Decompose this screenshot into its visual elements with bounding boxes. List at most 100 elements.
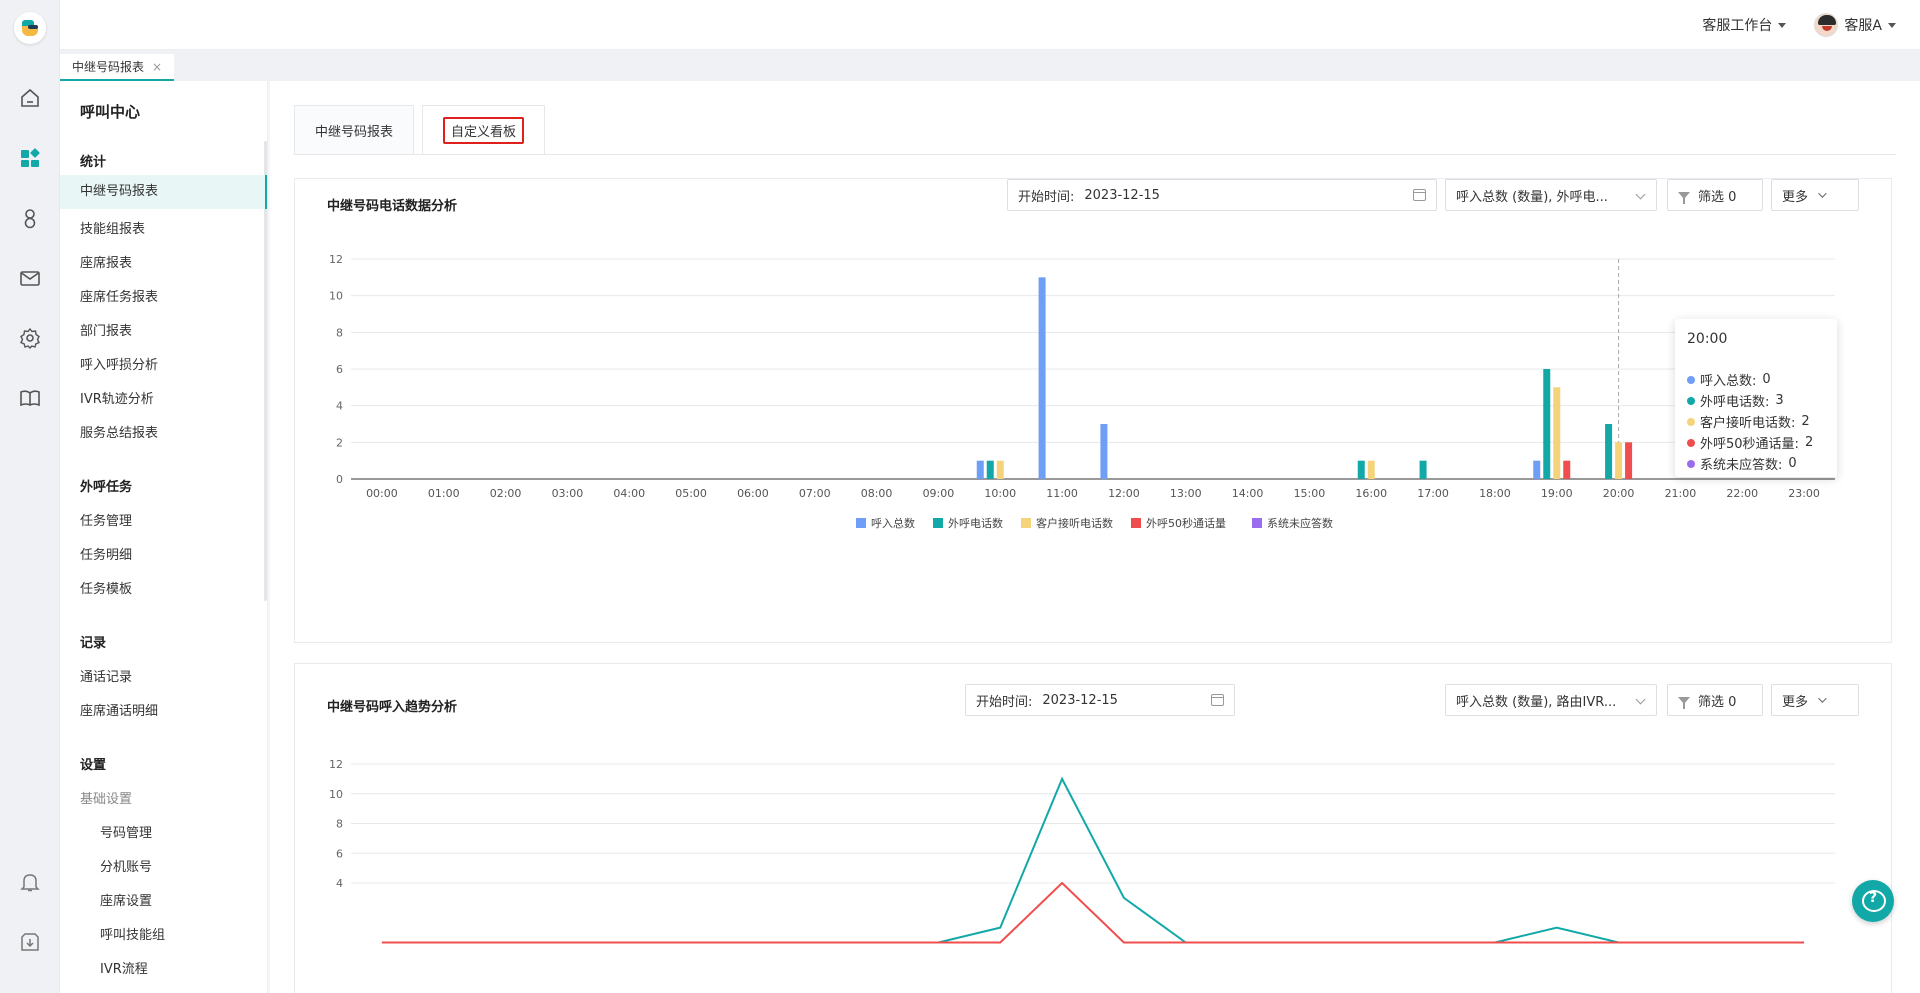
legend-dot	[1687, 375, 1695, 384]
sidebar-item-agent-report[interactable]: 座席报表	[80, 252, 132, 271]
avatar	[1814, 13, 1839, 37]
filter-button[interactable]: 筛选 0	[1667, 179, 1763, 211]
tooltip-label: 客户接听电话数:	[1700, 416, 1796, 431]
page-tab-strip: 中继号码报表 ×	[60, 50, 1920, 81]
date-label: 开始时间:	[976, 694, 1033, 710]
more-button[interactable]: 更多	[1771, 179, 1859, 211]
metrics-select[interactable]: 呼入总数 (数量), 外呼电...	[1445, 179, 1657, 211]
card-title: 中继号码呼入趋势分析	[327, 700, 458, 715]
caret-down-icon	[1778, 22, 1787, 28]
sidebar-item-department-report[interactable]: 部门报表	[80, 320, 132, 339]
sidebar-item-ivr-track-analysis[interactable]: IVR轨迹分析	[80, 388, 154, 407]
date-picker[interactable]: 开始时间: 2023-12-15	[965, 684, 1235, 716]
date-picker[interactable]: 开始时间: 2023-12-15	[1007, 179, 1437, 211]
workspace-dropdown[interactable]: 客服工作台	[1702, 15, 1787, 35]
close-icon[interactable]: ×	[152, 60, 162, 74]
section-outbound-tasks: 外呼任务	[80, 480, 133, 495]
tooltip-label: 外呼电话数:	[1700, 395, 1770, 410]
legend-label: 客户接听电话数	[1036, 516, 1113, 530]
sidebar-scrollbar[interactable]	[264, 141, 267, 601]
dashboard-icon[interactable]	[18, 146, 42, 170]
sidebar-item-agent-call-details[interactable]: 座席通话明细	[80, 700, 158, 719]
sidebar-item-task-details[interactable]: 任务明细	[80, 544, 132, 563]
x-tick-label: 07:00	[799, 487, 831, 500]
help-icon: ?	[1868, 890, 1878, 906]
home-icon[interactable]	[18, 86, 42, 110]
section-settings: 设置	[80, 758, 107, 773]
tooltip-label: 外呼50秒通话量:	[1700, 437, 1799, 452]
y-tick-label: 8	[336, 326, 343, 339]
y-tick-label: 0	[336, 473, 343, 486]
sidebar-item-task-management[interactable]: 任务管理	[80, 510, 132, 529]
bar	[1605, 424, 1613, 479]
sidebar-item-agent-settings[interactable]: 座席设置	[100, 890, 152, 909]
sidebar-item-call-records[interactable]: 通话记录	[80, 666, 132, 685]
filter-button[interactable]: 筛选 0	[1667, 684, 1763, 716]
bar	[1038, 277, 1046, 479]
legend-label: 呼入总数	[871, 516, 915, 530]
line-chart: 4 6 8 10 12	[329, 758, 1835, 944]
chevron-down-icon	[1818, 189, 1827, 198]
sidebar-item-service-summary-report[interactable]: 服务总结报表	[80, 422, 158, 441]
bar	[1543, 369, 1551, 479]
bar	[1367, 460, 1375, 479]
legend-dot	[1687, 438, 1695, 447]
date-value: 2023-12-15	[1084, 187, 1160, 203]
y-tick-label: 10	[329, 290, 343, 303]
contacts-icon[interactable]	[18, 206, 42, 230]
sidebar-item-agent-task-report[interactable]: 座席任务报表	[80, 286, 158, 305]
book-icon[interactable]	[18, 386, 42, 410]
top-bar: 客服工作台 客服A	[60, 0, 1920, 50]
x-tick-label: 22:00	[1726, 487, 1758, 500]
metrics-select[interactable]: 呼入总数 (数量), 路由IVR...	[1445, 684, 1657, 716]
page-tab-trunk-report[interactable]: 中继号码报表 ×	[60, 54, 175, 81]
sidebar-item-trunk-report[interactable]: 中继号码报表	[60, 175, 265, 209]
x-tick-label: 20:00	[1603, 487, 1635, 500]
mail-icon[interactable]	[18, 266, 42, 290]
legend-swatch	[933, 518, 943, 528]
download-icon[interactable]	[18, 930, 42, 954]
x-tick-label: 01:00	[428, 487, 460, 500]
chart-tooltip: 20:00 呼入总数: 0 外呼电话数: 3 客户接听电话数: 2 外呼50秒通话量:…	[1675, 319, 1837, 477]
bar	[1100, 424, 1108, 479]
sidebar-item-number-management[interactable]: 号码管理	[100, 822, 152, 841]
more-label: 更多	[1782, 189, 1809, 205]
legend-dot	[1687, 417, 1695, 426]
sidebar-group-basic-settings[interactable]: 基础设置	[80, 788, 132, 807]
x-tick-label: 23:00	[1788, 487, 1820, 500]
legend-swatch	[856, 518, 866, 528]
more-button[interactable]: 更多	[1771, 684, 1859, 716]
x-tick-label: 12:00	[1108, 487, 1140, 500]
sidebar-item-ivr-flow[interactable]: IVR流程	[100, 958, 148, 977]
sidebar-item-extension-accounts[interactable]: 分机账号	[100, 856, 152, 875]
x-tick-label: 00:00	[366, 487, 398, 500]
chart-card-call-data: 中继号码电话数据分析 开始时间: 2023-12-15 呼入总数 (数量), 外…	[294, 178, 1892, 643]
tab-trunk-report[interactable]: 中继号码报表	[294, 105, 415, 155]
view-tabs: 中继号码报表 自定义看板	[294, 105, 546, 155]
help-chat-button[interactable]: ?	[1852, 880, 1894, 922]
sidebar-item-skill-group-report[interactable]: 技能组报表	[80, 218, 145, 237]
sidebar-item-inbound-loss-analysis[interactable]: 呼入呼损分析	[80, 354, 158, 373]
x-tick-label: 09:00	[923, 487, 955, 500]
calendar-icon	[1413, 189, 1426, 201]
settings-icon[interactable]	[18, 326, 42, 350]
sidebar-item-task-templates[interactable]: 任务模板	[80, 578, 132, 597]
section-records: 记录	[80, 636, 107, 651]
bell-icon[interactable]	[18, 870, 42, 894]
x-tick-label: 06:00	[737, 487, 769, 500]
legend-swatch	[1131, 518, 1141, 528]
tab-label: 中继号码报表	[315, 125, 394, 140]
tooltip-value: 3	[1775, 393, 1784, 408]
bar	[1563, 460, 1571, 479]
legend-label: 系统未应答数	[1267, 516, 1333, 530]
tooltip-row: 客户接听电话数: 2	[1687, 411, 1825, 432]
tooltip-value: 0	[1788, 456, 1797, 471]
app-logo[interactable]	[14, 12, 46, 44]
x-tick-label: 10:00	[984, 487, 1016, 500]
y-tick-label: 12	[329, 253, 343, 266]
tab-custom-dashboard[interactable]: 自定义看板	[422, 105, 546, 155]
sidebar-item-call-skill-groups[interactable]: 呼叫技能组	[100, 924, 165, 943]
tooltip-row: 外呼50秒通话量: 2	[1687, 432, 1825, 453]
x-tick-label: 02:00	[490, 487, 522, 500]
user-menu[interactable]: 客服A	[1814, 13, 1896, 37]
